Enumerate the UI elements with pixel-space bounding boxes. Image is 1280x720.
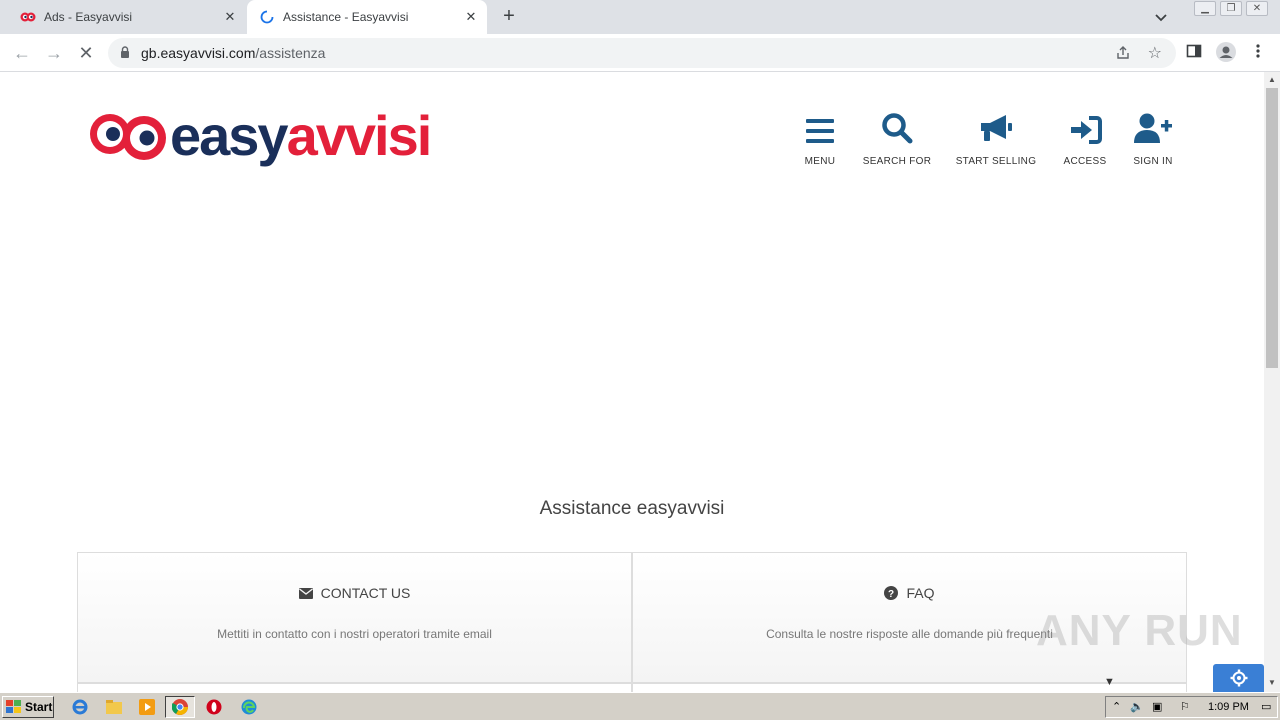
tab-title: Assistance - Easyavvisi (283, 10, 409, 24)
bars-icon (806, 119, 834, 143)
contact-us-card[interactable]: CONTACT US Mettiti in contatto con i nos… (77, 552, 632, 683)
profile-avatar-icon[interactable] (1215, 41, 1237, 68)
megaphone-icon (981, 115, 1012, 141)
caret-down-icon[interactable]: ▼ (1104, 676, 1115, 688)
page-scrollbar[interactable]: ▲ ▼ (1264, 72, 1280, 692)
chevron-down-icon[interactable] (1152, 8, 1170, 26)
page-viewport: easyavvisi MENU SEARCH FOR START SELLING… (0, 72, 1264, 692)
system-tray: ⌃ 🔈 ▣ ⚐ 1:09 PM ▭ (1105, 696, 1278, 718)
tab-assistance[interactable]: Assistance - Easyavvisi ✕ (247, 0, 487, 34)
assistance-cards: CONTACT US Mettiti in contatto con i nos… (77, 552, 1187, 692)
nav-sign-in[interactable]: SIGN IN (1108, 106, 1198, 167)
watermark: ANY RUN (1036, 606, 1243, 656)
logo-avvisi: avvisi (286, 104, 433, 167)
browser-toolbar: ← → ✕ gb.easyavvisi.com/assistenza ☆ (0, 34, 1280, 72)
logo-eyes-icon (90, 114, 166, 160)
loading-spinner-icon (259, 9, 275, 25)
action-center-flag-icon[interactable]: ⚐ (1180, 700, 1190, 713)
watermark-text: ANY RUN (1036, 606, 1243, 655)
question-circle-icon: ? (884, 586, 899, 600)
card-description: Mettiti in contatto con i nostri operato… (217, 627, 492, 641)
chrome-icon (172, 699, 188, 715)
user-plus-icon (1134, 113, 1172, 143)
forward-arrow-icon[interactable]: → (43, 42, 65, 64)
scroll-down-icon[interactable]: ▼ (1268, 678, 1276, 687)
network-icon[interactable]: ▣ (1152, 700, 1162, 713)
nav-label: START SELLING (955, 156, 1037, 167)
share-icon[interactable] (1115, 45, 1131, 66)
card-title: FAQ (906, 585, 935, 601)
scroll-up-icon[interactable]: ▲ (1268, 75, 1276, 84)
windows-taskbar: Start ⌃ 🔈 ▣ ⚐ 1:09 PM ▭ (0, 692, 1280, 720)
close-tab-icon[interactable]: ✕ (222, 9, 238, 25)
lock-icon[interactable] (120, 46, 130, 64)
start-label: Start (25, 700, 53, 714)
bookmark-star-icon[interactable]: ☆ (1148, 43, 1162, 63)
windows-logo-icon (6, 700, 21, 713)
taskbar-clock[interactable]: 1:09 PM (1208, 701, 1249, 713)
scrollbar-thumb[interactable] (1266, 88, 1278, 368)
chrome-taskbar-button[interactable] (165, 696, 195, 718)
restore-icon[interactable]: ❐ (1220, 1, 1242, 16)
gear-icon (1230, 669, 1247, 687)
svg-text:?: ? (888, 589, 894, 600)
kebab-menu-icon[interactable] (1252, 43, 1264, 64)
nav-label: SIGN IN (1133, 156, 1173, 167)
tab-ads[interactable]: Ads - Easyavvisi ✕ (8, 0, 246, 34)
card-title: CONTACT US (320, 585, 411, 601)
stop-loading-icon[interactable]: ✕ (75, 42, 97, 64)
site-logo[interactable]: easyavvisi (88, 106, 448, 166)
tab-title: Ads - Easyavvisi (44, 10, 133, 24)
nav-start-selling[interactable]: START SELLING (951, 106, 1041, 167)
page-title: Assistance easyavvisi (539, 498, 725, 519)
back-arrow-icon[interactable]: ← (11, 42, 33, 64)
tray-expand-icon[interactable]: ⌃ (1112, 700, 1121, 713)
cookie-settings-button[interactable] (1213, 664, 1264, 692)
file-explorer-icon[interactable] (104, 697, 124, 717)
start-button[interactable]: Start (2, 696, 54, 718)
minimize-icon[interactable]: ▁ (1194, 1, 1216, 16)
opera-icon[interactable] (204, 697, 224, 717)
edge-icon[interactable] (239, 697, 259, 717)
sign-in-icon (1071, 116, 1102, 144)
side-panel-icon[interactable] (1186, 43, 1202, 64)
media-player-icon[interactable] (137, 697, 157, 717)
url-host: gb.easyavvisi.com (141, 45, 256, 61)
url-text[interactable]: gb.easyavvisi.com/assistenza (141, 45, 325, 61)
close-tab-icon[interactable]: ✕ (463, 9, 479, 25)
browser-tab-strip: Ads - Easyavvisi ✕ Assistance - Easyavvi… (0, 0, 1280, 34)
logo-wordmark: easyavvisi (170, 104, 433, 167)
nav-search[interactable]: SEARCH FOR (852, 106, 942, 167)
new-tab-button[interactable]: + (498, 6, 520, 28)
search-icon (882, 113, 913, 144)
card-row-next (77, 683, 632, 692)
logo-easy: easy (170, 104, 289, 167)
internet-explorer-icon[interactable] (70, 697, 90, 717)
volume-icon[interactable]: 🔈 (1130, 700, 1144, 713)
url-path: /assistenza (255, 45, 326, 61)
envelope-icon (298, 587, 313, 599)
easyavvisi-favicon-icon (20, 9, 36, 25)
close-window-icon[interactable]: ✕ (1246, 1, 1268, 16)
nav-label: SEARCH FOR (862, 156, 932, 167)
show-desktop-icon[interactable]: ▭ (1261, 700, 1271, 713)
address-bar[interactable]: gb.easyavvisi.com/assistenza ☆ (108, 38, 1176, 68)
